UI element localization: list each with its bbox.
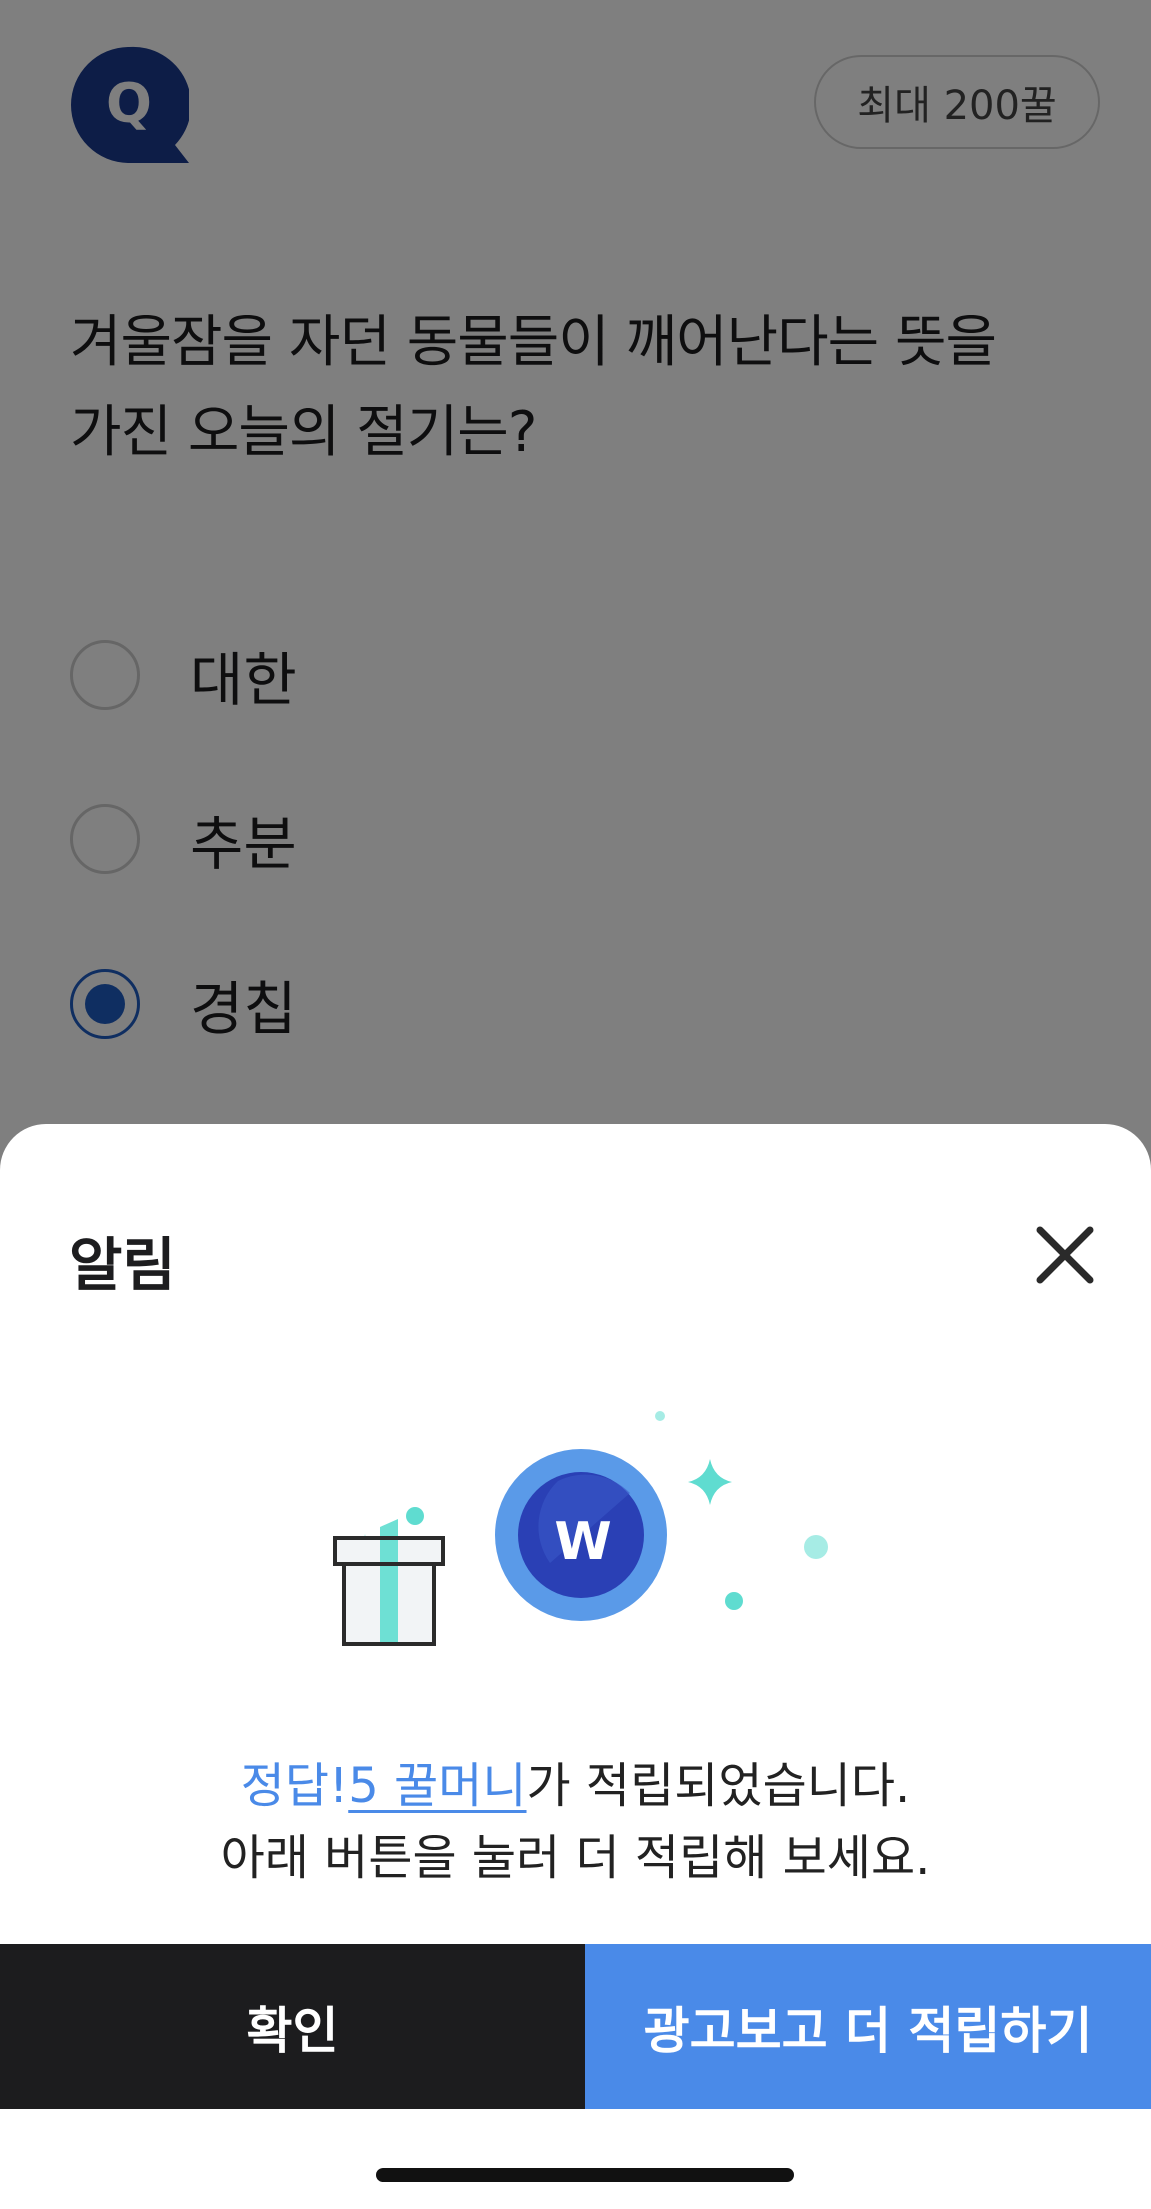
confirm-button[interactable]: 확인 — [0, 1944, 585, 2109]
alert-bottom-sheet: 알림 W 정답!5 꿀머니가 적립되었습니다. 아래 버튼을 눌러 더 적립해 … — [0, 1124, 1151, 2209]
coin-letter: W — [554, 1512, 611, 1572]
dot-icon — [725, 1592, 743, 1610]
watch-ad-button[interactable]: 광고보고 더 적립하기 — [585, 1944, 1151, 2109]
close-icon — [1036, 1226, 1094, 1284]
message-rest: 가 적립되었습니다. — [526, 1758, 911, 1814]
gift-box-icon — [333, 1519, 445, 1646]
reward-amount-link[interactable]: 5 꿀머니 — [348, 1758, 526, 1814]
watch-ad-button-label: 광고보고 더 적립하기 — [643, 2001, 1093, 2060]
dot-icon — [804, 1535, 828, 1559]
dot-icon — [406, 1507, 424, 1525]
gift-coin-illustration: W — [330, 1409, 850, 1699]
sparkle-icon — [688, 1459, 732, 1505]
message-line-1: 정답!5 꿀머니가 적립되었습니다. — [0, 1750, 1151, 1822]
dot-icon — [655, 1411, 665, 1421]
message-line-2: 아래 버튼을 눌러 더 적립해 보세요. — [220, 1830, 931, 1886]
correct-text: 정답! — [240, 1758, 349, 1814]
sheet-title: 알림 — [69, 1231, 176, 1299]
close-button[interactable] — [1030, 1220, 1100, 1290]
home-indicator — [376, 2168, 794, 2182]
reward-message: 정답!5 꿀머니가 적립되었습니다. 아래 버튼을 눌러 더 적립해 보세요. — [0, 1750, 1151, 1894]
confirm-button-label: 확인 — [246, 2001, 339, 2060]
